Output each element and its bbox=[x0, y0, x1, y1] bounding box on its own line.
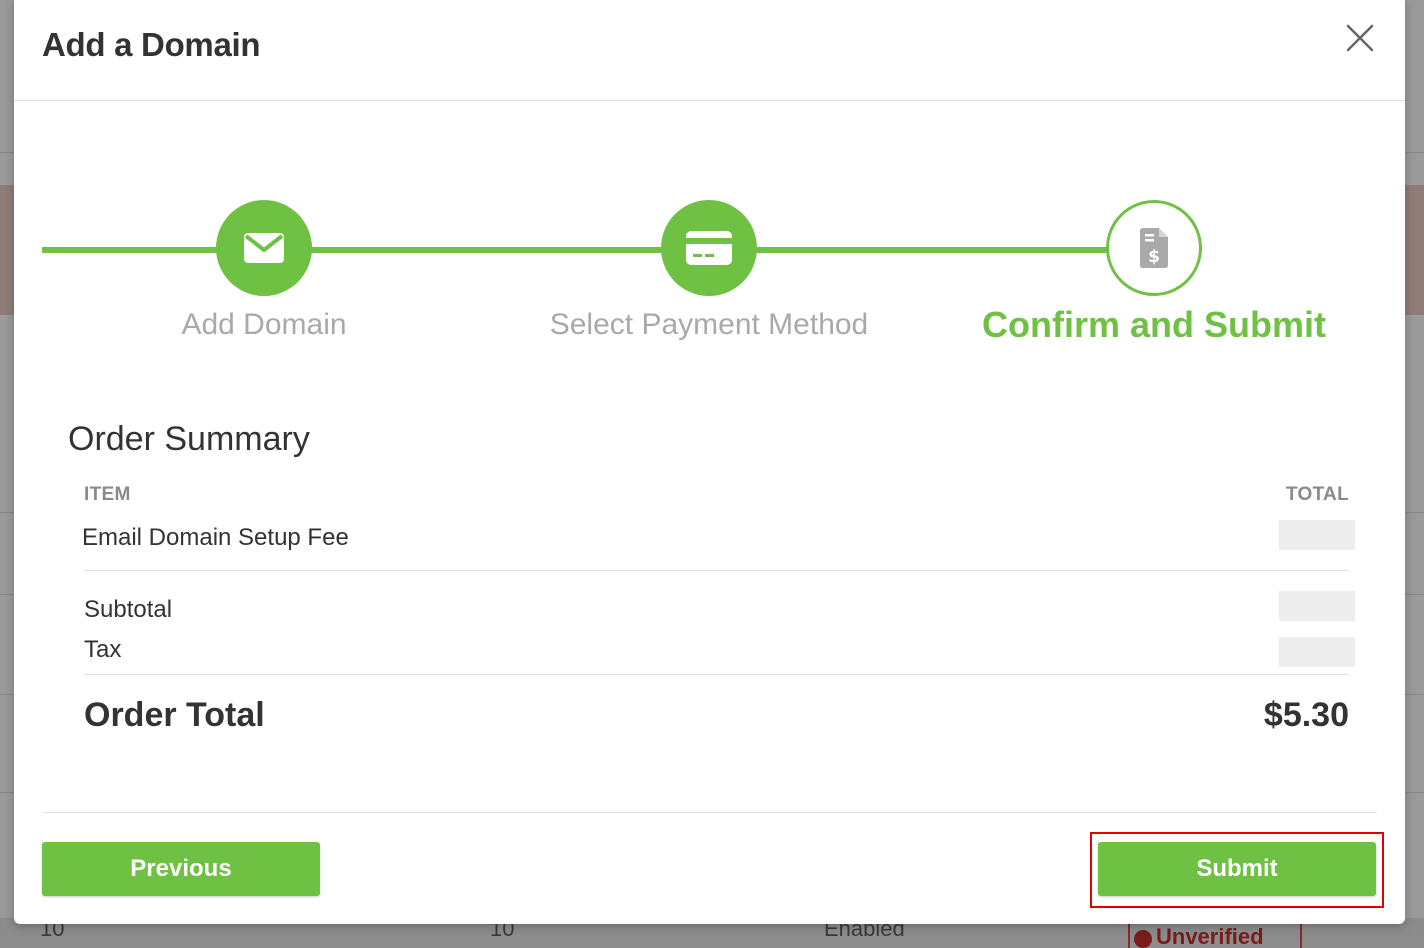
summary-divider bbox=[84, 674, 1349, 675]
summary-divider bbox=[84, 570, 1349, 571]
modal-header: Add a Domain bbox=[14, 0, 1405, 101]
step-select-payment bbox=[661, 200, 757, 296]
tax-value-redacted bbox=[1279, 637, 1355, 667]
progress-stepper: Add Domain Select Payment Method $ Confi… bbox=[14, 190, 1405, 360]
column-header-item: ITEM bbox=[84, 484, 131, 505]
column-header-total: TOTAL bbox=[1285, 484, 1349, 505]
step-add-domain bbox=[216, 200, 312, 296]
stepper-track bbox=[42, 247, 1112, 253]
tax-label: Tax bbox=[84, 636, 122, 663]
submit-button[interactable]: Submit bbox=[1098, 842, 1376, 896]
modal-title: Add a Domain bbox=[42, 26, 261, 63]
step-label-add-domain: Add Domain bbox=[181, 308, 347, 341]
close-icon bbox=[1346, 24, 1374, 52]
add-domain-modal: Add a Domain Add Domain Select Payment M… bbox=[14, 0, 1405, 924]
step-label-confirm-submit: Confirm and Submit bbox=[982, 304, 1326, 345]
order-summary-title: Order Summary bbox=[68, 420, 310, 458]
subtotal-label: Subtotal bbox=[84, 596, 173, 623]
footer-divider bbox=[42, 812, 1377, 813]
line-item-label: Email Domain Setup Fee bbox=[82, 524, 349, 551]
order-total-label: Order Total bbox=[84, 696, 265, 734]
credit-card-icon bbox=[686, 231, 732, 265]
close-button[interactable] bbox=[1344, 22, 1376, 54]
previous-button[interactable]: Previous bbox=[42, 842, 320, 896]
order-total-value: $5.30 bbox=[1263, 696, 1349, 734]
subtotal-value-redacted bbox=[1279, 591, 1355, 621]
step-confirm-submit: $ bbox=[1106, 200, 1202, 296]
invoice-dollar-icon: $ bbox=[1140, 228, 1168, 268]
svg-text:$: $ bbox=[1148, 247, 1160, 267]
step-label-select-payment: Select Payment Method bbox=[549, 308, 869, 341]
alert-icon bbox=[1134, 930, 1152, 948]
envelope-icon bbox=[244, 233, 284, 263]
line-item-total-redacted bbox=[1279, 520, 1355, 550]
